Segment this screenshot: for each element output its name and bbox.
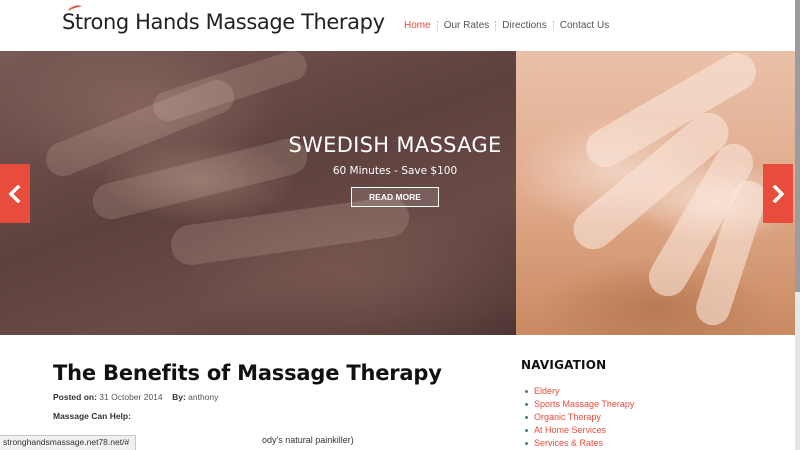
sidebar-link[interactable]: Services & Rates: [534, 438, 603, 448]
scrollbar-thumb[interactable]: [795, 0, 800, 292]
nav-divider: [552, 20, 554, 31]
nav-our-rates[interactable]: Our Rates: [444, 20, 490, 31]
slide-title: SWEDISH MASSAGE: [288, 133, 502, 157]
sidebar-link[interactable]: Organic Therapy: [534, 412, 601, 422]
slide-image-massage-closeup: [516, 51, 795, 335]
sidebar-list: Eldery Sports Massage Therapy Organic Th…: [521, 385, 771, 450]
sidebar-link[interactable]: At Home Services: [534, 425, 606, 435]
posted-on-date: 31 October 2014: [99, 392, 163, 402]
sidebar-item-organic-therapy: Organic Therapy: [521, 411, 771, 424]
post-meta: Posted on: 31 October 2014 By: anthony: [53, 392, 218, 402]
site-logo[interactable]: Strong Hands Massage Therapy: [62, 3, 385, 34]
nav-directions[interactable]: Directions: [502, 20, 546, 31]
sidebar-item-at-home-services: At Home Services: [521, 424, 771, 437]
post-lead: Massage Can Help:: [53, 411, 131, 421]
page: Strong Hands Massage Therapy Home Our Ra…: [0, 0, 800, 450]
read-more-button[interactable]: READ MORE: [351, 187, 439, 207]
logo-text: Strong Hands Massage Therapy: [62, 10, 385, 34]
sidebar-item-services-rates: Services & Rates: [521, 437, 771, 450]
post-title[interactable]: The Benefits of Massage Therapy: [53, 361, 442, 385]
post-body-text: ody's natural painkiller): [262, 435, 354, 445]
nav-home[interactable]: Home: [404, 20, 431, 31]
posted-on-label: Posted on:: [53, 392, 97, 402]
sidebar-title: NAVIGATION: [521, 358, 607, 372]
main-nav: Home Our Rates Directions Contact Us: [404, 20, 609, 31]
site-header: Strong Hands Massage Therapy Home Our Ra…: [0, 0, 795, 51]
author-label: By:: [172, 392, 186, 402]
hero-slider: SWEDISH MASSAGE 60 Minutes - Save $100 R…: [0, 51, 795, 335]
browser-status-bar: stronghandsmassage.net78.net/#: [0, 435, 137, 450]
chevron-left-icon: [8, 184, 21, 203]
nav-contact-us[interactable]: Contact Us: [560, 20, 609, 31]
sidebar-link[interactable]: Eldery: [534, 386, 560, 396]
slider-next-button[interactable]: [763, 164, 793, 223]
nav-divider: [495, 20, 497, 31]
slide-caption: SWEDISH MASSAGE 60 Minutes - Save $100 R…: [260, 133, 530, 207]
main-content: The Benefits of Massage Therapy Posted o…: [0, 335, 795, 450]
sidebar-item-sports-massage: Sports Massage Therapy: [521, 398, 771, 411]
nav-divider: [436, 20, 438, 31]
slide-subtitle: 60 Minutes - Save $100: [332, 165, 458, 177]
chevron-right-icon: [772, 184, 785, 203]
author-name[interactable]: anthony: [188, 392, 218, 402]
page-scrollbar[interactable]: [795, 0, 800, 450]
sidebar-item-eldery: Eldery: [521, 385, 771, 398]
slider-prev-button[interactable]: [0, 164, 30, 223]
sidebar-link[interactable]: Sports Massage Therapy: [534, 399, 634, 409]
sidebar-navigation: NAVIGATION Eldery Sports Massage Therapy…: [521, 358, 771, 450]
